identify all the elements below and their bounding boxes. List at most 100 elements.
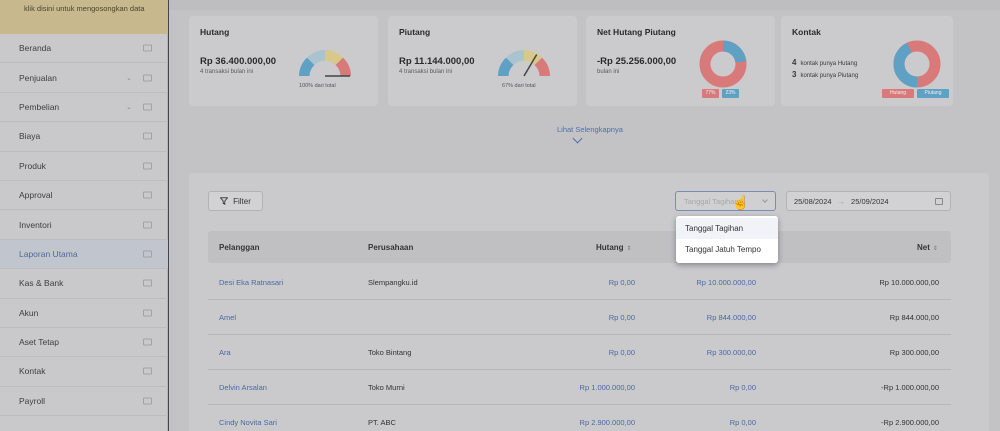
cell-pelanggan[interactable]: Delvin Arsalan (219, 383, 267, 392)
sidebar-item-label: Inventori (19, 219, 52, 230)
sidebar-item-label: Akun (19, 307, 39, 318)
cell-pelanggan[interactable]: Amel (219, 313, 236, 322)
cell-piutang[interactable]: Rp 10.000.000,00 (696, 278, 756, 287)
menu-item-icon (143, 191, 152, 199)
table-row[interactable]: Ara Toko Bintang Rp 0,00 Rp 300.000,00 Rp 30… (208, 335, 951, 370)
date-start[interactable]: 25/08/2024 (794, 197, 832, 206)
sidebar-item-label: Aset Tetap (19, 337, 60, 348)
sidebar-menu: Beranda Penjualan ⌄ Pembelian ⌄ Biaya Produk Ap… (0, 34, 168, 417)
sidebar-item-inventori[interactable]: Inventori (0, 210, 168, 240)
sidebar-item-penjualan[interactable]: Penjualan ⌄ (0, 63, 168, 93)
net-card[interactable]: Net Hutang Piutang -Rp 25.256.000,00 bul… (586, 16, 775, 106)
sidebar-item-payroll[interactable]: Payroll (0, 387, 168, 417)
cell-hutang[interactable]: Rp 0,00 (609, 348, 635, 357)
cell-hutang[interactable]: Rp 2.900.000,00 (580, 418, 635, 427)
menu-item-icon (143, 74, 152, 82)
table-row[interactable]: Cindy Novita Sari PT. ABC Rp 2.900.000,00 R… (208, 405, 951, 431)
sidebar-item-aset-tetap[interactable]: Aset Tetap (0, 328, 168, 358)
menu-item-icon (143, 221, 152, 229)
piutang-card[interactable]: Piutang Rp 11.144.000,00 4 transaksi bul… (388, 16, 577, 106)
menu-item-icon (143, 44, 152, 52)
net-amount: -Rp 25.256.000,00 (597, 56, 677, 67)
sidebar-item-beranda[interactable]: Beranda (0, 34, 168, 64)
sidebar-item-produk[interactable]: Produk (0, 152, 168, 181)
cell-piutang[interactable]: Rp 0,00 (730, 418, 756, 427)
table-row[interactable]: Desi Eka Ratnasari Slempangku.id Rp 0,00 Rp… (208, 265, 951, 300)
report-panel: Filter Tanggal Tagihan ☝ 25/08/2024 → 25… (189, 173, 989, 431)
sort-icon[interactable]: ⇕ (933, 246, 938, 252)
sidebar-item-label: Approval (19, 190, 53, 201)
sidebar-item-label: Laporan Utama (19, 248, 78, 259)
sidebar-item-label: Penjualan (19, 72, 57, 83)
chevron-down-icon[interactable] (572, 133, 583, 144)
sidebar-item-kontak[interactable]: Kontak (0, 357, 168, 387)
hutang-gauge (299, 50, 351, 77)
date-type-placeholder: Tanggal Tagihan (684, 196, 739, 206)
menu-item-icon (143, 309, 152, 317)
main-content: Hutang Rp 36.400.000,00 4 transaksi bula… (169, 0, 1000, 431)
sort-icon[interactable]: ⇕ (627, 246, 632, 252)
sidebar-item-label: Biaya (19, 131, 41, 142)
table-header: Pelanggan Perusahaan Hutang ⇕ Net ⇕ (208, 231, 951, 263)
sidebar-item-label: Kas & Bank (19, 278, 64, 289)
dropdown-option[interactable]: Tanggal Tagihan (676, 218, 778, 239)
table-row[interactable]: Amel Rp 0,00 Rp 844.000,00 Rp 844.000,00 (208, 300, 951, 335)
kontak-donut (893, 40, 941, 88)
hutang-gauge-caption: 100% dari total (299, 83, 336, 89)
filter-button[interactable]: Filter (208, 191, 263, 211)
net-sub: bulan ini (597, 69, 620, 75)
menu-item-icon (143, 132, 152, 140)
cell-pelanggan[interactable]: Ara (219, 348, 231, 357)
table-row[interactable]: Delvin Arsalan Toko Murni Rp 1.000.000,00 R… (208, 370, 951, 405)
cell-piutang[interactable]: Rp 844.000,00 (707, 313, 756, 322)
chevron-down-icon[interactable]: ⌄ (126, 74, 132, 82)
dropdown-option[interactable]: Tanggal Jatuh Tempo (676, 239, 778, 260)
cell-net: Rp 300.000,00 (889, 348, 939, 357)
chevron-down-icon[interactable]: ⌄ (126, 103, 132, 111)
cell-hutang[interactable]: Rp 0,00 (609, 278, 635, 287)
net-title: Net Hutang Piutang (597, 27, 676, 37)
cell-net: Rp 10.000.000,00 (879, 278, 939, 287)
sidebar-item-approval[interactable]: Approval (0, 181, 168, 211)
sidebar-item-label: Produk (19, 160, 46, 171)
see-more-link[interactable]: Lihat Selengkapnya (557, 125, 623, 134)
kontak-tag-hutang: Hutang (882, 89, 914, 98)
date-range-picker[interactable]: 25/08/2024 → 25/09/2024 (786, 191, 951, 211)
kontak-card[interactable]: Kontak 4 kontak punya Hutang 3 kontak pu… (781, 16, 953, 106)
piutang-sub: 4 transaksi bulan ini (399, 69, 453, 75)
net-tag-left: 77% (702, 89, 719, 98)
sidebar-item-akun[interactable]: Akun (0, 299, 168, 328)
hand-cursor-icon: ☝ (732, 194, 750, 210)
cell-piutang[interactable]: Rp 300.000,00 (707, 348, 756, 357)
kontak-hutang-label: kontak punya Hutang (800, 61, 858, 67)
cell-pelanggan[interactable]: Cindy Novita Sari (219, 418, 277, 427)
col-perusahaan[interactable]: Perusahaan (368, 243, 413, 252)
col-net[interactable]: Net ⇕ (917, 243, 938, 252)
menu-item-icon (143, 250, 152, 258)
piutang-gauge (498, 50, 550, 77)
menu-item-icon (143, 397, 152, 405)
sidebar-item-laporan-utama[interactable]: Laporan Utama (0, 239, 168, 270)
cell-net: -Rp 2.900.000,00 (881, 418, 939, 427)
calendar-icon[interactable] (935, 198, 943, 205)
cell-hutang[interactable]: Rp 1.000.000,00 (580, 383, 635, 392)
date-end[interactable]: 25/09/2024 (851, 197, 889, 206)
kontak-tag-piutang: Piutang (917, 89, 949, 98)
col-pelanggan[interactable]: Pelanggan (219, 243, 259, 252)
cell-pelanggan[interactable]: Desi Eka Ratnasari (219, 278, 283, 287)
hutang-amount: Rp 36.400.000,00 (200, 56, 277, 67)
sidebar-item-pembelian[interactable]: Pembelian ⌄ (0, 93, 168, 123)
cell-piutang[interactable]: Rp 0,00 (730, 383, 756, 392)
menu-item-icon (143, 279, 152, 287)
menu-item-icon (143, 162, 152, 170)
sidebar-item-kas-bank[interactable]: Kas & Bank (0, 269, 168, 299)
hutang-sub: 4 transaksi bulan ini (200, 69, 254, 75)
hutang-card[interactable]: Hutang Rp 36.400.000,00 4 transaksi bula… (189, 16, 378, 106)
sidebar-item-biaya[interactable]: Biaya (0, 122, 168, 152)
cell-hutang[interactable]: Rp 0,00 (609, 313, 635, 322)
cell-net: Rp 844.000,00 (889, 313, 939, 322)
date-type-select[interactable]: Tanggal Tagihan ☝ (675, 191, 776, 211)
col-hutang[interactable]: Hutang ⇕ (596, 243, 632, 252)
filter-label: Filter (233, 196, 251, 206)
reset-data-notice[interactable]: klik disini untuk mengosongkan data (0, 0, 168, 34)
